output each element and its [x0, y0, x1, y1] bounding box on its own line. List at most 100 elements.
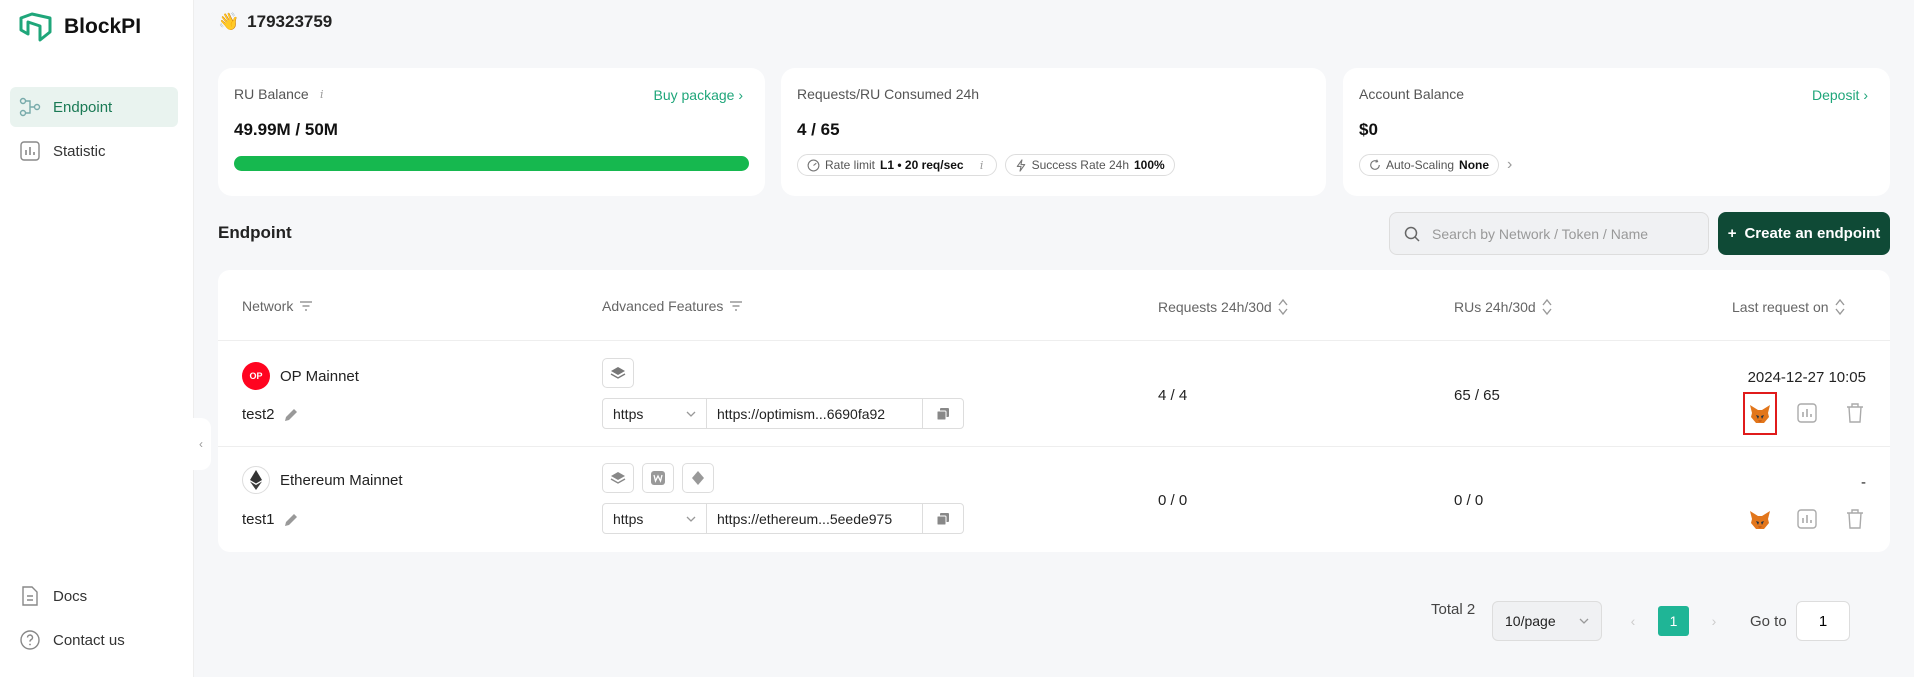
- filter-icon[interactable]: [299, 300, 313, 312]
- network-cell: Ethereum Mainnet: [242, 466, 403, 494]
- delete-button[interactable]: [1842, 400, 1868, 426]
- divider: [218, 446, 1890, 447]
- metamask-button[interactable]: [1745, 505, 1775, 535]
- chevron-right-icon: ›: [1863, 87, 1868, 103]
- protocol-select[interactable]: https: [603, 399, 707, 428]
- endpoint-url[interactable]: https://optimism...6690fa92: [707, 399, 923, 428]
- wave-icon: 👋: [218, 12, 240, 31]
- feature-badge[interactable]: [682, 463, 714, 493]
- rate-limit-value: L1 • 20 req/sec: [880, 158, 964, 172]
- chevron-down-icon: [686, 411, 696, 417]
- page-button-current[interactable]: 1: [1658, 606, 1689, 636]
- chevron-right-icon: ›: [738, 87, 743, 103]
- section-title: Endpoint: [218, 223, 292, 242]
- sidebar-item-statistic[interactable]: Statistic: [10, 131, 178, 171]
- goto-page-input[interactable]: [1796, 601, 1850, 641]
- header-last-request[interactable]: Last request on: [1732, 298, 1845, 316]
- next-page-button[interactable]: ›: [1699, 606, 1729, 636]
- prev-page-button[interactable]: ‹: [1618, 606, 1648, 636]
- create-endpoint-button[interactable]: + Create an endpoint: [1718, 212, 1890, 255]
- rus-cell: 0 / 0: [1454, 492, 1484, 509]
- info-icon[interactable]: i: [317, 88, 327, 101]
- ru-balance-progress: [234, 156, 749, 171]
- pagination-total: Total 2: [1431, 601, 1475, 618]
- chart-icon: [1797, 509, 1817, 529]
- endpoint-icon: [19, 97, 41, 117]
- network-name: Ethereum Mainnet: [280, 471, 403, 489]
- filter-icon[interactable]: [729, 300, 743, 312]
- blockpi-logo-icon: [19, 12, 52, 42]
- copy-button[interactable]: [923, 504, 963, 533]
- chevron-down-icon: [686, 516, 696, 522]
- endpoint-name-text: test1: [242, 511, 275, 528]
- pencil-icon[interactable]: [283, 407, 299, 423]
- sidebar-item-contact[interactable]: Contact us: [10, 620, 178, 660]
- deposit-link[interactable]: Deposit ›: [1812, 87, 1868, 103]
- feature-badge[interactable]: [602, 358, 634, 388]
- lightning-icon: [1016, 158, 1025, 172]
- requests-card: Requests/RU Consumed 24h 4 / 65 Rate lim…: [781, 68, 1326, 196]
- sidebar-item-endpoint[interactable]: Endpoint: [10, 87, 178, 127]
- delete-button[interactable]: [1842, 506, 1868, 532]
- last-request-cell: 2024-12-27 10:05: [1747, 369, 1866, 386]
- endpoint-url-box: https https://optimism...6690fa92: [602, 398, 964, 429]
- requests-cell: 0 / 0: [1158, 492, 1188, 509]
- protocol-select[interactable]: https: [603, 504, 707, 533]
- search-box: [1389, 212, 1709, 255]
- divider: [218, 340, 1890, 341]
- sidebar-item-docs[interactable]: Docs: [10, 576, 178, 616]
- header-label: Advanced Features: [602, 298, 724, 314]
- header-requests[interactable]: Requests 24h/30d: [1158, 298, 1288, 316]
- metamask-button[interactable]: [1743, 392, 1777, 435]
- refresh-icon: [1370, 159, 1380, 170]
- sidebar-collapse-button[interactable]: ‹: [191, 418, 211, 470]
- header-label: RUs 24h/30d: [1454, 299, 1536, 315]
- chevron-down-icon: [1579, 618, 1589, 624]
- chevron-right-icon[interactable]: ›: [1507, 154, 1512, 176]
- gauge-icon: [807, 159, 820, 171]
- copy-icon: [936, 512, 949, 525]
- user-id: 179323759: [247, 12, 333, 31]
- goto-label: Go to: [1750, 613, 1787, 630]
- search-input[interactable]: [1432, 225, 1692, 242]
- info-icon[interactable]: i: [977, 159, 987, 172]
- page-size-value: 10/page: [1505, 613, 1556, 629]
- statistics-button[interactable]: [1794, 506, 1820, 532]
- plus-icon: +: [1727, 225, 1737, 242]
- app-name: BlockPI: [64, 15, 142, 38]
- feature-badge[interactable]: [602, 463, 634, 493]
- chart-icon: [1797, 403, 1817, 423]
- doc-icon: [22, 586, 38, 606]
- pencil-icon[interactable]: [283, 512, 299, 528]
- requests-value: 4 / 65: [797, 120, 840, 139]
- endpoint-url[interactable]: https://ethereum...5eede975: [707, 504, 923, 533]
- page-size-select[interactable]: 10/page: [1492, 601, 1602, 641]
- network-name: OP Mainnet: [280, 367, 359, 385]
- layers-icon: [610, 367, 626, 379]
- endpoint-name: test2: [242, 406, 299, 423]
- features-row: [602, 463, 714, 493]
- card-title: Account Balance: [1359, 86, 1465, 102]
- deposit-label: Deposit: [1811, 87, 1860, 103]
- sidebar-item-label: Endpoint: [53, 98, 113, 116]
- header-label: Network: [242, 298, 294, 314]
- ethereum-icon: [242, 466, 270, 494]
- header-label: Last request on: [1732, 299, 1829, 315]
- buy-package-link[interactable]: Buy package ›: [653, 87, 743, 103]
- account-balance-value: $0: [1359, 120, 1378, 139]
- header-rus[interactable]: RUs 24h/30d: [1454, 298, 1552, 316]
- ru-balance-card: RU Balance i Buy package › 49.99M / 50M: [218, 68, 765, 196]
- copy-button[interactable]: [923, 399, 963, 428]
- buy-package-label: Buy package: [653, 87, 735, 103]
- feature-badge[interactable]: [642, 463, 674, 493]
- statistics-button[interactable]: [1794, 400, 1820, 426]
- logo[interactable]: BlockPI: [18, 12, 141, 42]
- ru-balance-value: 49.99M / 50M: [234, 120, 338, 139]
- layers-icon: [610, 472, 626, 484]
- sort-icon: [1834, 298, 1845, 316]
- ru-balance-title: RU Balance: [234, 86, 309, 102]
- rate-limit-pill: Rate limit L1 • 20 req/sec i: [797, 154, 997, 176]
- autoscaling-pill[interactable]: Auto-Scaling None: [1359, 154, 1500, 176]
- rate-limit-label: Rate limit: [825, 158, 876, 172]
- autoscaling-value: None: [1459, 158, 1490, 172]
